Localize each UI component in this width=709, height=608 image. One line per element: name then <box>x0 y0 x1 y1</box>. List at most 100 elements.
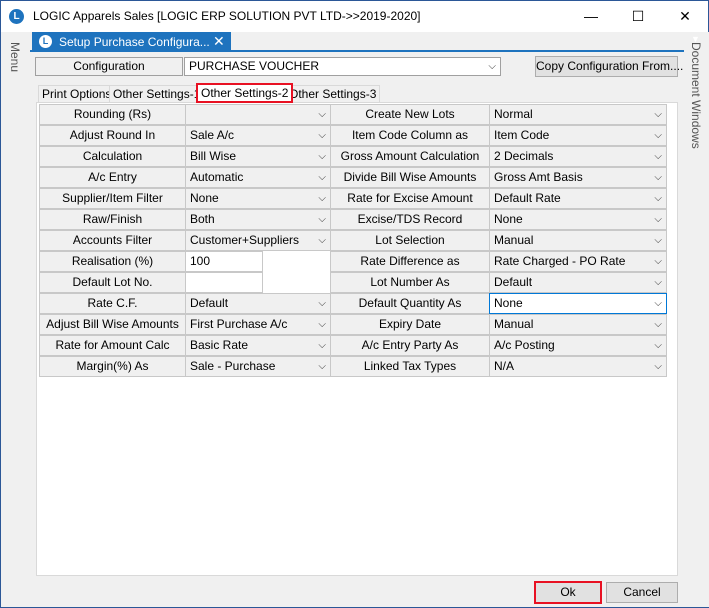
setting-text-input[interactable] <box>185 272 263 293</box>
chevron-down-icon: ⌵ <box>654 277 662 288</box>
tab-print-options[interactable]: Print Options <box>38 85 116 103</box>
setting-label: Rate C.F. <box>39 293 186 314</box>
setting-label: Supplier/Item Filter <box>39 188 186 209</box>
setting-label: Linked Tax Types <box>330 356 490 377</box>
field-value: Sale A/c <box>190 128 235 142</box>
setting-label: Lot Selection <box>330 230 490 251</box>
chevron-down-icon: ⌵ <box>318 214 326 225</box>
maximize-button[interactable]: ☐ <box>615 1 661 32</box>
field-value: N/A <box>494 359 515 373</box>
chevron-down-icon: ⌵ <box>654 235 662 246</box>
setting-select[interactable]: Default ⌵ <box>185 293 331 314</box>
setting-text-input[interactable]: 100 <box>185 251 263 272</box>
setting-select[interactable]: None ⌵ <box>489 293 667 314</box>
document-tabstrip: L Setup Purchase Configura... ✕ ▼ <box>30 32 700 52</box>
setting-label: Create New Lots <box>330 104 490 125</box>
setting-label: Adjust Bill Wise Amounts <box>39 314 186 335</box>
menu-rail-label[interactable]: Menu <box>8 42 22 72</box>
field-value: Default Rate <box>494 191 561 205</box>
setting-select[interactable]: None ⌵ <box>489 209 667 230</box>
minimize-button[interactable]: — <box>568 1 614 32</box>
tab-other-settings-3[interactable]: Other Settings-3 <box>285 85 381 103</box>
setting-label: Default Lot No. <box>39 272 186 293</box>
setting-select[interactable]: ⌵ <box>185 104 331 125</box>
chevron-down-icon[interactable]: ▼ <box>691 34 700 44</box>
chevron-down-icon: ⌵ <box>318 130 326 141</box>
setting-select[interactable]: Both ⌵ <box>185 209 331 230</box>
setting-select[interactable]: Manual ⌵ <box>489 314 667 335</box>
setting-label: Default Quantity As <box>330 293 490 314</box>
other-settings-2-panel: Rounding (Rs) ⌵ Adjust Round In Sale A/c ⌵ Ca… <box>36 102 678 576</box>
setting-label: Expiry Date <box>330 314 490 335</box>
setting-label: Rate for Excise Amount <box>330 188 490 209</box>
setting-select[interactable]: None ⌵ <box>185 188 331 209</box>
field-value: Normal <box>494 107 533 121</box>
chevron-down-icon: ⌵ <box>318 361 326 372</box>
title-bar: L LOGIC Apparels Sales [LOGIC ERP SOLUTI… <box>1 1 708 32</box>
field-value: Item Code <box>494 128 550 142</box>
setting-label: Lot Number As <box>330 272 490 293</box>
setting-select[interactable]: Basic Rate ⌵ <box>185 335 331 356</box>
close-icon[interactable]: ✕ <box>213 33 225 50</box>
setting-select[interactable]: Manual ⌵ <box>489 230 667 251</box>
tab-other-settings-1[interactable]: Other Settings-1 <box>109 85 205 103</box>
field-value: Default <box>190 296 229 310</box>
setting-label: Item Code Column as <box>330 125 490 146</box>
setting-select[interactable]: First Purchase A/c ⌵ <box>185 314 331 335</box>
configuration-label: Configuration <box>35 57 183 76</box>
copy-configuration-button[interactable]: Copy Configuration From.... <box>535 56 683 77</box>
menu-rail[interactable]: Menu <box>2 32 29 607</box>
close-button[interactable]: ✕ <box>662 1 708 32</box>
setting-label: Rate for Amount Calc <box>39 335 186 356</box>
setting-select[interactable]: 2 Decimals ⌵ <box>489 146 667 167</box>
setting-select[interactable]: Normal ⌵ <box>489 104 667 125</box>
setting-select[interactable]: N/A ⌵ <box>489 356 667 377</box>
cancel-button[interactable]: Cancel <box>606 582 678 603</box>
chevron-down-icon: ⌵ <box>654 361 662 372</box>
logic-tab-icon: L <box>39 35 52 48</box>
setting-label: Raw/Finish <box>39 209 186 230</box>
setting-label: Gross Amount Calculation <box>330 146 490 167</box>
setting-select[interactable]: Gross Amt Basis ⌵ <box>489 167 667 188</box>
setting-label: Margin(%) As <box>39 356 186 377</box>
chevron-down-icon: ⌵ <box>654 256 662 267</box>
configuration-select[interactable]: PURCHASE VOUCHER ⌵ <box>184 57 501 76</box>
setting-select[interactable]: Automatic ⌵ <box>185 167 331 188</box>
setting-select[interactable]: Customer+Suppliers ⌵ <box>185 230 331 251</box>
setting-select[interactable]: Rate Charged - PO Rate ⌵ <box>489 251 667 272</box>
chevron-down-icon: ⌵ <box>654 151 662 162</box>
setting-label: Accounts Filter <box>39 230 186 251</box>
chevron-down-icon: ⌵ <box>654 130 662 141</box>
setting-select[interactable]: Default Rate ⌵ <box>489 188 667 209</box>
document-windows-label[interactable]: Document Windows <box>689 42 703 149</box>
field-value: None <box>494 296 523 310</box>
setting-select[interactable]: Bill Wise ⌵ <box>185 146 331 167</box>
setting-label: Rate Difference as <box>330 251 490 272</box>
setting-select[interactable]: Sale A/c ⌵ <box>185 125 331 146</box>
field-value: None <box>190 191 219 205</box>
chevron-down-icon: ⌵ <box>654 319 662 330</box>
field-value: 2 Decimals <box>494 149 554 163</box>
chevron-down-icon: ⌵ <box>318 151 326 162</box>
setting-label: Adjust Round In <box>39 125 186 146</box>
setting-select[interactable]: Item Code ⌵ <box>489 125 667 146</box>
field-value: Manual <box>494 317 534 331</box>
setup-purchase-doc-tab[interactable]: L Setup Purchase Configura... ✕ <box>32 32 231 52</box>
chevron-down-icon: ⌵ <box>654 172 662 183</box>
setting-label: Rounding (Rs) <box>39 104 186 125</box>
document-windows-rail[interactable]: Document Windows <box>684 32 709 607</box>
field-value: Bill Wise <box>190 149 237 163</box>
setting-label: Realisation (%) <box>39 251 186 272</box>
field-value: Basic Rate <box>190 338 249 352</box>
setting-select[interactable]: Default ⌵ <box>489 272 667 293</box>
field-value: Customer+Suppliers <box>190 233 300 247</box>
setting-select[interactable]: A/c Posting ⌵ <box>489 335 667 356</box>
chevron-down-icon: ⌵ <box>654 298 662 309</box>
logic-app-icon: L <box>9 9 24 24</box>
chevron-down-icon: ⌵ <box>654 193 662 204</box>
ok-button[interactable]: Ok <box>534 581 602 604</box>
setting-label: Calculation <box>39 146 186 167</box>
tab-other-settings-2[interactable]: Other Settings-2 <box>196 83 294 103</box>
setting-select[interactable]: Sale - Purchase ⌵ <box>185 356 331 377</box>
setting-label: A/c Entry <box>39 167 186 188</box>
